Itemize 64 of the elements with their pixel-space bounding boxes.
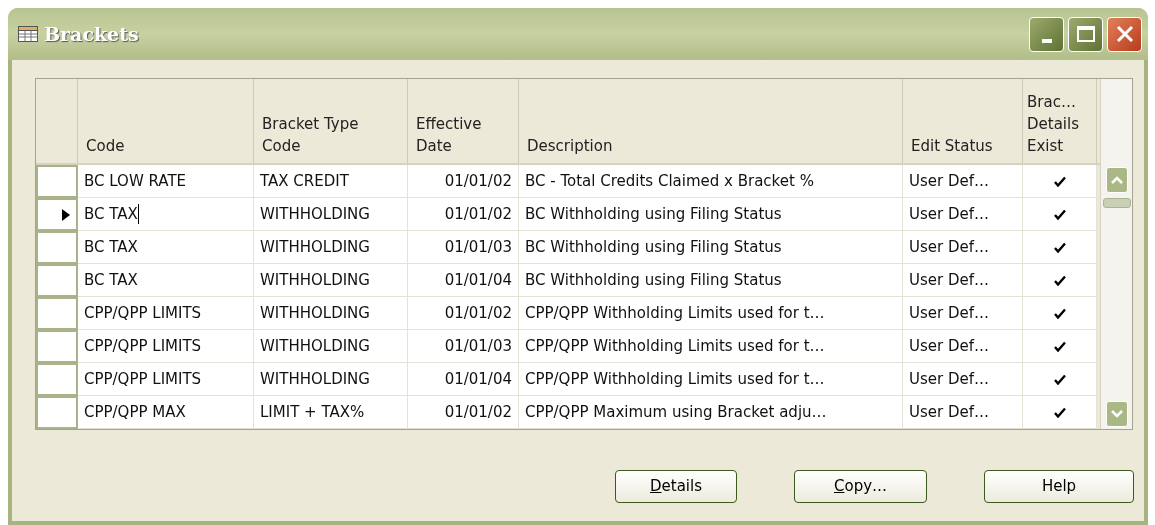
row-selector[interactable] <box>36 198 78 231</box>
chevron-up-icon <box>1110 176 1123 184</box>
table-cell-text: BC TAX <box>84 236 138 258</box>
table-cell-text: BC LOW RATE <box>84 170 187 192</box>
table-cell-text: User Def… <box>909 170 990 192</box>
table-cell-text: 01/01/04 <box>444 269 512 291</box>
table-cell-text: 01/01/03 <box>444 236 512 258</box>
table-cell-text: CPP/QPP LIMITS <box>84 302 202 324</box>
text-cursor <box>137 204 139 224</box>
table-cell-text: User Def… <box>909 401 990 423</box>
scroll-up-button[interactable] <box>1105 167 1128 193</box>
table-cell-text: WITHHOLDING <box>260 203 370 225</box>
scroll-down-button[interactable] <box>1105 401 1128 427</box>
close-button[interactable] <box>1107 16 1142 52</box>
table-cell-text: CPP/QPP LIMITS <box>84 335 202 357</box>
table-cell-text: WITHHOLDING <box>260 368 370 390</box>
column-header[interactable]: Brac… Details Exist <box>1027 91 1079 157</box>
table-cell-text: BC Withholding using Filing Status <box>525 269 782 291</box>
table-cell-text: WITHHOLDING <box>260 236 370 258</box>
table-cell-text: 01/01/02 <box>444 302 512 324</box>
close-icon <box>1114 24 1135 44</box>
table-cell-text: User Def… <box>909 335 990 357</box>
current-row-icon <box>62 208 70 221</box>
table-cell-text: 01/01/03 <box>444 335 512 357</box>
table-cell-text: 01/01/04 <box>444 368 512 390</box>
table-cell-text: User Def… <box>909 236 990 258</box>
table-cell-text: LIMIT + TAX% <box>260 401 365 423</box>
window-title: Brackets <box>44 21 139 47</box>
maximize-button[interactable] <box>1068 16 1103 52</box>
table-cell-text: CPP/QPP Withholding Limits used for t… <box>525 335 825 357</box>
dialog-button[interactable]: Copy… <box>794 470 927 503</box>
table-cell-text: BC TAX <box>84 203 138 225</box>
table-cell-text: TAX CREDIT <box>260 170 349 192</box>
table-cell-text: 01/01/02 <box>444 401 512 423</box>
table-cell-text: 01/01/02 <box>444 170 512 192</box>
column-header[interactable]: Code <box>86 135 125 157</box>
table-cell-text: User Def… <box>909 368 990 390</box>
column-header[interactable]: Description <box>527 135 613 157</box>
table-cell-text: CPP/QPP Maximum using Bracket adju… <box>525 401 827 423</box>
table-cell-text: WITHHOLDING <box>260 335 370 357</box>
dialog-button[interactable]: Help <box>984 470 1134 503</box>
table-cell-text: WITHHOLDING <box>260 269 370 291</box>
dialog-button[interactable]: Details <box>615 470 737 503</box>
table-cell-text: 01/01/02 <box>444 203 512 225</box>
column-header[interactable]: Effective Date <box>416 113 510 157</box>
table-cell-text: CPP/QPP Withholding Limits used for t… <box>525 368 825 390</box>
table-cell-text: CPP/QPP MAX <box>84 401 186 423</box>
table-cell-text: User Def… <box>909 203 990 225</box>
table-icon <box>18 26 38 42</box>
table-cell-text: CPP/QPP Withholding Limits used for t… <box>525 302 825 324</box>
table-cell-text: User Def… <box>909 302 990 324</box>
table-cell-text: User Def… <box>909 269 990 291</box>
table-cell-text: WITHHOLDING <box>260 302 370 324</box>
table-cell-text: BC - Total Credits Claimed x Bracket % <box>525 170 814 192</box>
table-cell-text: BC TAX <box>84 269 138 291</box>
table-cell-text: CPP/QPP LIMITS <box>84 368 202 390</box>
minimize-button[interactable] <box>1029 16 1064 52</box>
scroll-thumb[interactable] <box>1102 198 1131 208</box>
column-header[interactable]: Edit Status <box>911 135 993 157</box>
table-cell-text: BC Withholding using Filing Status <box>525 236 782 258</box>
chevron-down-icon <box>1110 410 1123 418</box>
column-header[interactable]: Bracket Type Code <box>262 113 399 157</box>
scrollbar[interactable] <box>1100 79 1132 429</box>
table-cell-text: BC Withholding using Filing Status <box>525 203 782 225</box>
